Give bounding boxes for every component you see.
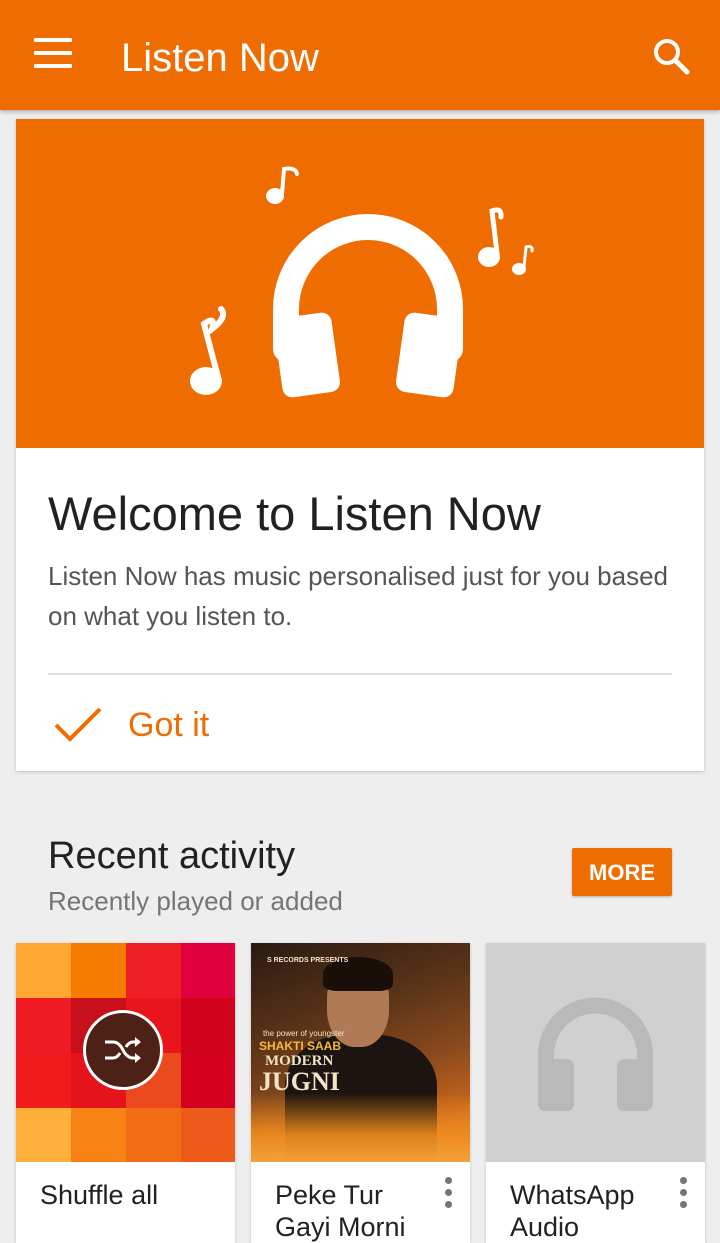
mosaic-cell xyxy=(16,998,71,1053)
album-cover: S RECORDS PRESENTS the power of youngste… xyxy=(251,943,470,1162)
app-bar: Listen Now xyxy=(0,0,720,110)
mosaic-cell xyxy=(181,998,235,1053)
cover-flames xyxy=(251,1093,470,1162)
shuffle-icon xyxy=(83,1010,163,1090)
more-vert-icon[interactable] xyxy=(440,1177,456,1217)
headphones-with-music-notes-icon xyxy=(190,166,534,398)
mosaic-cell xyxy=(16,1053,71,1108)
tile-label: WhatsApp Audio xyxy=(510,1180,635,1242)
check-icon xyxy=(54,707,102,742)
divider xyxy=(48,673,672,675)
album-tile[interactable]: S RECORDS PRESENTS the power of youngste… xyxy=(251,943,470,1243)
welcome-title: Welcome to Listen Now xyxy=(48,487,541,540)
mosaic-cell xyxy=(16,943,71,998)
more-button[interactable]: MORE xyxy=(572,848,672,896)
mosaic-cell xyxy=(71,943,126,998)
mosaic-cell xyxy=(181,1053,235,1108)
shuffle-all-tile[interactable]: Shuffle all xyxy=(16,943,235,1243)
mosaic-cell xyxy=(126,1108,181,1162)
page-title: Listen Now xyxy=(121,36,319,80)
tile-label: Peke Tur Gayi Morni xyxy=(275,1180,406,1242)
mosaic-cell xyxy=(181,943,235,998)
welcome-description: Listen Now has music personalised just f… xyxy=(48,561,668,631)
cover-tagline: the power of youngster xyxy=(263,1029,345,1038)
hamburger-menu-icon[interactable] xyxy=(34,38,78,74)
more-vert-icon[interactable] xyxy=(675,1177,691,1217)
section-title: Recent activity xyxy=(48,835,296,877)
welcome-card: Welcome to Listen Now Listen Now has mus… xyxy=(16,119,704,771)
mosaic-cell xyxy=(181,1108,235,1162)
mosaic-cell xyxy=(126,943,181,998)
got-it-label: Got it xyxy=(128,706,210,744)
cover-album-line2: JUGNI xyxy=(259,1067,340,1096)
mosaic-cell xyxy=(71,1108,126,1162)
section-subtitle: Recently played or added xyxy=(48,886,343,916)
cover-publisher: S RECORDS PRESENTS xyxy=(267,957,349,964)
welcome-hero xyxy=(16,119,704,448)
playlist-tile[interactable]: WhatsApp Audio xyxy=(486,943,705,1243)
mosaic-cell xyxy=(16,1108,71,1162)
headphones-icon xyxy=(538,997,653,1111)
mosaic-art xyxy=(16,943,235,1162)
tile-label: Shuffle all xyxy=(40,1180,159,1210)
placeholder-art xyxy=(486,943,705,1162)
cover-artist: SHAKTI SAAB xyxy=(259,1039,342,1053)
search-icon[interactable] xyxy=(650,35,694,79)
